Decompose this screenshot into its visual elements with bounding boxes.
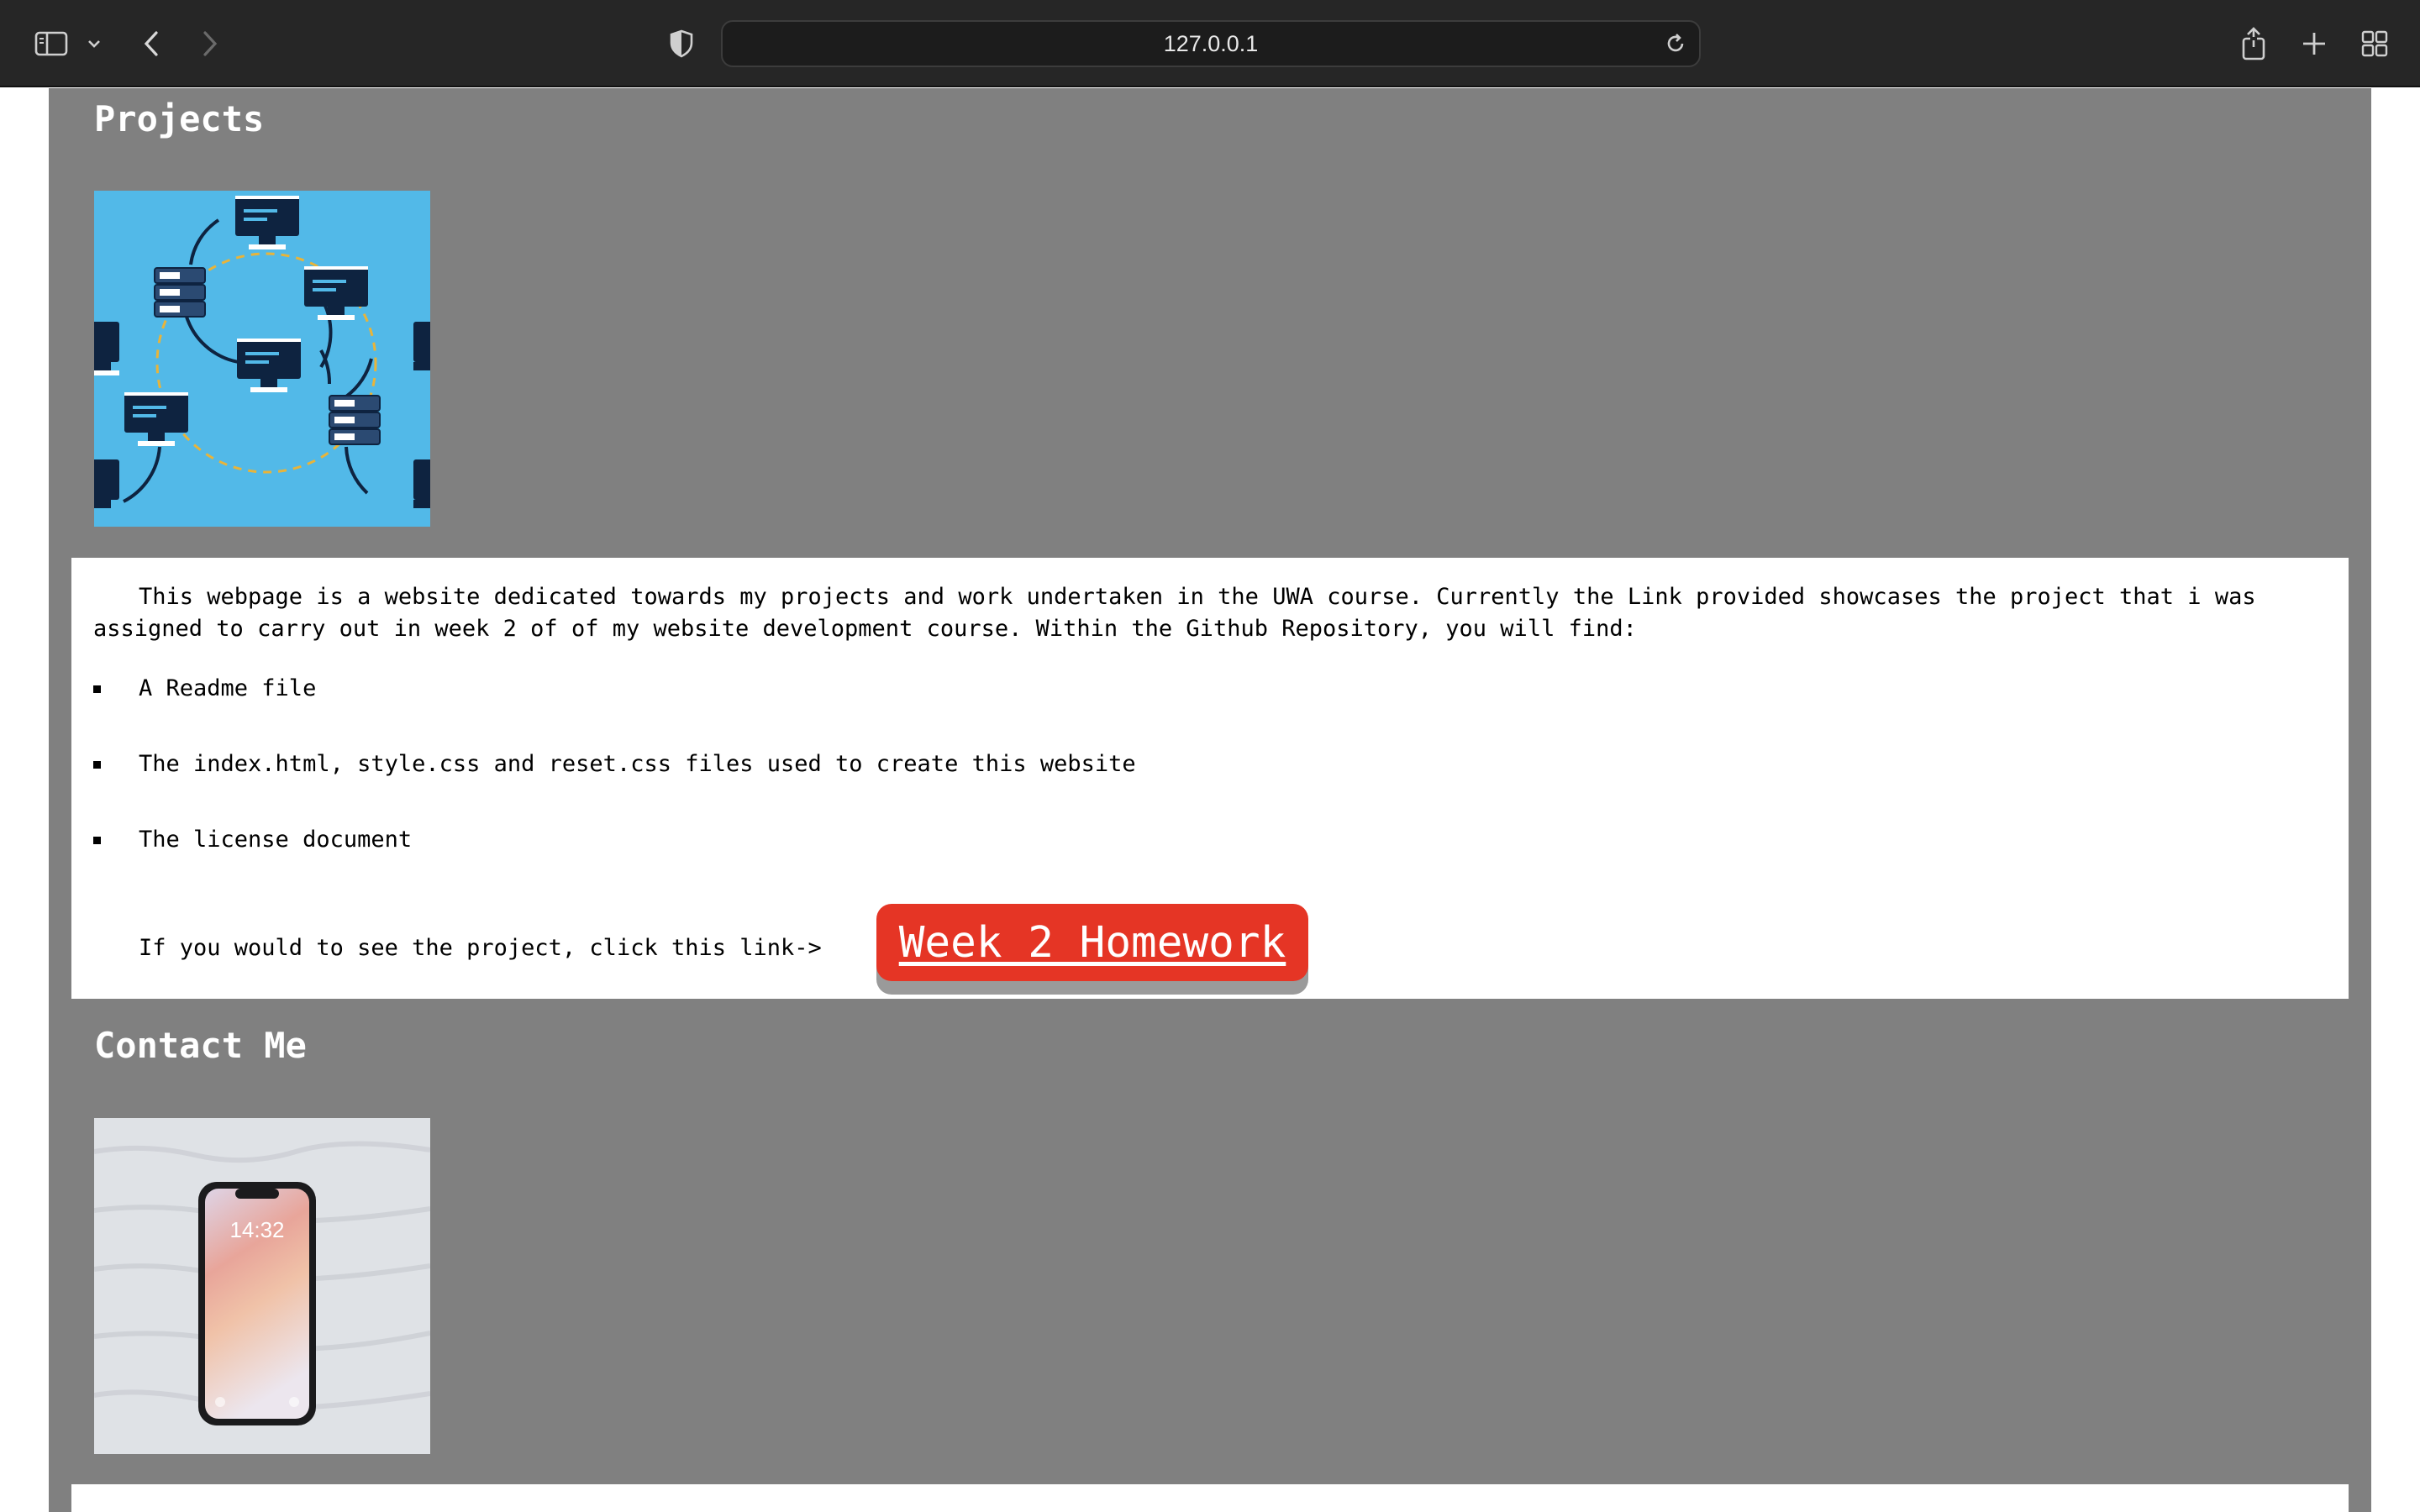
list-item-text: The license document — [139, 827, 413, 853]
address-bar[interactable]: 127.0.0.1 — [721, 20, 1701, 67]
contact-title: Contact Me — [94, 1025, 307, 1066]
projects-card: This webpage is a website dedicated towa… — [71, 558, 2349, 999]
bullet-icon — [93, 685, 101, 693]
list-item: The license document — [93, 824, 412, 856]
list-item-text: The index.html, style.css and reset.css … — [139, 751, 1136, 777]
projects-image — [94, 191, 430, 527]
bullet-icon — [93, 760, 101, 769]
reload-icon[interactable] — [1664, 32, 1687, 59]
share-icon[interactable] — [2238, 22, 2269, 66]
chevron-right-icon[interactable] — [197, 22, 224, 66]
grid-icon[interactable] — [2360, 22, 2390, 66]
shield-icon[interactable] — [667, 22, 696, 66]
sidebar-icon[interactable] — [32, 22, 71, 66]
page-viewport: Projects This webpage is a website dedic… — [0, 88, 2420, 1512]
projects-description: This webpage is a website dedicated towa… — [93, 584, 2256, 642]
phone-clock: 14:32 — [229, 1217, 284, 1242]
list-item: The index.html, style.css and reset.css … — [93, 748, 1136, 780]
week-2-homework-link[interactable]: Week 2 Homework — [876, 904, 1308, 981]
bullet-icon — [93, 836, 101, 844]
plus-icon[interactable] — [2299, 22, 2329, 66]
content-area: Projects This webpage is a website dedic… — [49, 88, 2371, 1512]
contact-image: 14:32 — [94, 1118, 430, 1454]
contact-card — [71, 1484, 2349, 1512]
list-item-text: A Readme file — [139, 675, 317, 701]
project-link-prompt: If you would to see the project, click t… — [139, 935, 822, 961]
list-item: A Readme file — [93, 673, 316, 705]
chevron-left-icon[interactable] — [138, 22, 165, 66]
projects-title: Projects — [94, 98, 265, 139]
browser-toolbar: 127.0.0.1 — [0, 0, 2420, 87]
url-text: 127.0.0.1 — [1163, 30, 1259, 56]
chevron-down-icon[interactable] — [84, 22, 104, 66]
